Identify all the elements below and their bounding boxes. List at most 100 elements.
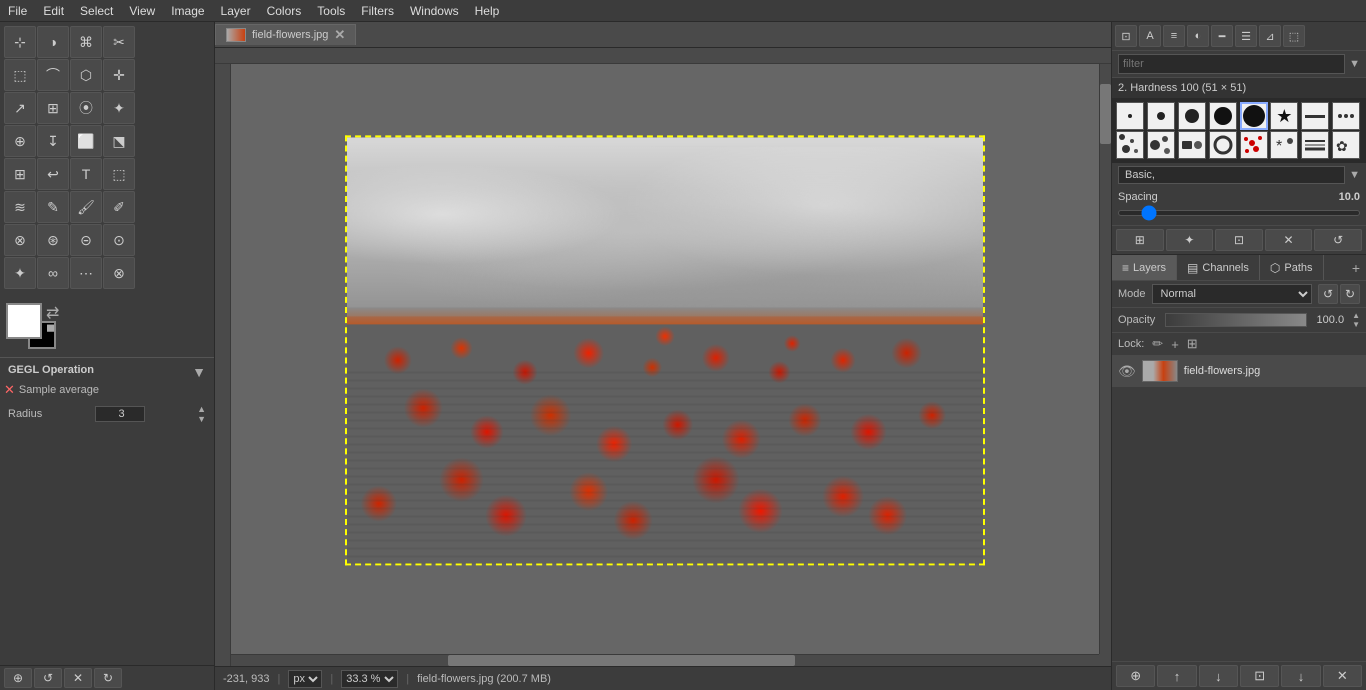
canvas-tab-close[interactable]: ✕ (334, 27, 345, 43)
brush-star[interactable]: ★ (1270, 102, 1298, 130)
brush-icon-2[interactable]: A (1139, 25, 1161, 47)
vertical-scrollbar[interactable] (1099, 64, 1111, 654)
brush-scatter6[interactable]: * (1270, 131, 1298, 159)
unit-select[interactable]: px (288, 670, 322, 688)
perspective-tool[interactable]: ⊞ (4, 158, 36, 190)
clone-tool[interactable]: ⊝ (70, 224, 102, 256)
brush-icon-8[interactable]: ⬚ (1283, 25, 1305, 47)
brush-new-btn[interactable]: ✦ (1166, 229, 1214, 251)
brush-delete-btn[interactable]: ✕ (1265, 229, 1313, 251)
scrollbar-track-v[interactable] (1100, 64, 1111, 654)
blend-tool[interactable]: ≋ (4, 191, 36, 223)
foreground-color[interactable] (6, 303, 42, 339)
scrollbar-thumb-v[interactable] (1100, 84, 1111, 144)
airbrush-tool[interactable]: ⊗ (4, 224, 36, 256)
brush-large[interactable] (1209, 102, 1237, 130)
radius-down-btn[interactable]: ▼ (197, 414, 206, 424)
opacity-up-btn[interactable]: ▲ (1352, 311, 1360, 320)
brush-scatter5[interactable] (1240, 131, 1268, 159)
freehand-tool[interactable]: ⌒ (37, 59, 69, 91)
brush-icon-5[interactable]: ━ (1211, 25, 1233, 47)
brush-scatter7[interactable] (1301, 131, 1329, 159)
brush-refresh-btn[interactable]: ↺ (1314, 229, 1362, 251)
brush-sort-btn[interactable]: ⊞ (1116, 229, 1164, 251)
align-tool[interactable]: ↧ (37, 125, 69, 157)
smudge-tool[interactable]: ∞ (37, 257, 69, 289)
layer-row[interactable]: 👁 field-flowers.jpg (1112, 356, 1366, 387)
cross-tool[interactable]: ✛ (103, 59, 135, 91)
scrollbar-thumb-h[interactable] (448, 655, 795, 666)
polygon-tool[interactable]: ⬡ (70, 59, 102, 91)
menu-help[interactable]: Help (467, 2, 508, 20)
menu-colors[interactable]: Colors (259, 2, 310, 20)
brush-scatter3[interactable] (1178, 131, 1206, 159)
brush-filter-input[interactable] (1118, 54, 1345, 74)
tab-paths[interactable]: ⬡ Paths (1260, 255, 1324, 280)
layer-export-btn[interactable]: ↓ (1281, 665, 1320, 687)
color-reset-icon[interactable]: ◼ (46, 321, 55, 334)
crop-tool[interactable]: ⬜ (70, 125, 102, 157)
paintbrush-tool[interactable]: 🖌 (70, 191, 102, 223)
ink-tool[interactable]: ⊛ (37, 224, 69, 256)
rect-select-tool[interactable]: ⬚ (4, 59, 36, 91)
redo-btn[interactable]: ↻ (1340, 284, 1360, 304)
layer-anchor-btn[interactable]: ⊕ (1116, 665, 1155, 687)
menu-windows[interactable]: Windows (402, 2, 467, 20)
menu-tools[interactable]: Tools (309, 2, 353, 20)
horizontal-scrollbar[interactable] (231, 654, 1099, 666)
fuzzy-select-tool[interactable]: ◑ (37, 26, 69, 58)
brush-small[interactable] (1147, 102, 1175, 130)
layer-up-btn[interactable]: ↑ (1157, 665, 1196, 687)
layer-delete-btn[interactable]: ✕ (1323, 665, 1362, 687)
brush-icon-3[interactable]: ≡ (1163, 25, 1185, 47)
spacing-slider[interactable] (1118, 210, 1360, 216)
menu-view[interactable]: View (121, 2, 163, 20)
color-tool[interactable]: ⌘ (70, 26, 102, 58)
panel-add-btn[interactable]: + (1346, 258, 1366, 278)
brush-icon-7[interactable]: ⊿ (1259, 25, 1281, 47)
radius-input[interactable] (95, 406, 145, 422)
tab-channels[interactable]: ▤ Channels (1177, 255, 1260, 280)
shear-tool[interactable]: ⬔ (103, 125, 135, 157)
color-swap-icon[interactable]: ⇄ (46, 303, 59, 323)
lock-all-btn[interactable]: ⊞ (1187, 336, 1198, 352)
brush-preset-dropdown[interactable]: ▼ (1349, 169, 1360, 181)
canvas-viewport[interactable] (231, 64, 1099, 654)
brush-medium[interactable] (1178, 102, 1206, 130)
brush-scatter1[interactable] (1116, 131, 1144, 159)
mode-select[interactable]: Normal Multiply Screen Overlay (1152, 284, 1312, 304)
brush-scatter2[interactable] (1147, 131, 1175, 159)
lock-pixels-btn[interactable]: ✏ (1152, 336, 1163, 352)
scale-tool[interactable]: ⊞ (37, 92, 69, 124)
menu-image[interactable]: Image (163, 2, 212, 20)
brush-icon-4[interactable]: ◐ (1187, 25, 1209, 47)
heal-tool[interactable]: ⊙ (103, 224, 135, 256)
brush-copy-btn[interactable]: ⊡ (1215, 229, 1263, 251)
brush-xlarge[interactable] (1240, 102, 1268, 130)
gegl-panel-menu-btn[interactable]: ▼ (192, 364, 206, 380)
opacity-slider[interactable] (1165, 313, 1306, 327)
brush-icon-6[interactable]: ☰ (1235, 25, 1257, 47)
brush-scatter8[interactable]: ✿ (1332, 131, 1360, 159)
brush-line[interactable] (1301, 102, 1329, 130)
tb-new-btn[interactable]: ⊕ (4, 668, 32, 688)
menu-file[interactable]: File (0, 2, 35, 20)
brush-icon-1[interactable]: ⊡ (1115, 25, 1137, 47)
scissors-tool[interactable]: ✂ (103, 26, 135, 58)
pencil-tool[interactable]: ✎ (37, 191, 69, 223)
filter-dropdown-arrow[interactable]: ▼ (1349, 58, 1360, 70)
path-tool[interactable]: ⊗ (103, 257, 135, 289)
layer-down-btn[interactable]: ↓ (1199, 665, 1238, 687)
move-tool[interactable]: ⊕ (4, 125, 36, 157)
menu-filters[interactable]: Filters (353, 2, 402, 20)
gegl-close-btn[interactable]: ✕ (4, 382, 15, 398)
eraser-tool[interactable]: ✐ (103, 191, 135, 223)
canvas-image[interactable] (345, 135, 985, 565)
opacity-down-btn[interactable]: ▼ (1352, 320, 1360, 329)
menu-layer[interactable]: Layer (213, 2, 259, 20)
dodge-tool[interactable]: ✦ (4, 257, 36, 289)
text-tool[interactable]: T (70, 158, 102, 190)
undo-btn[interactable]: ↺ (1318, 284, 1338, 304)
flip-tool[interactable]: ↩ (37, 158, 69, 190)
new-file-tool[interactable]: ⊹ (4, 26, 36, 58)
